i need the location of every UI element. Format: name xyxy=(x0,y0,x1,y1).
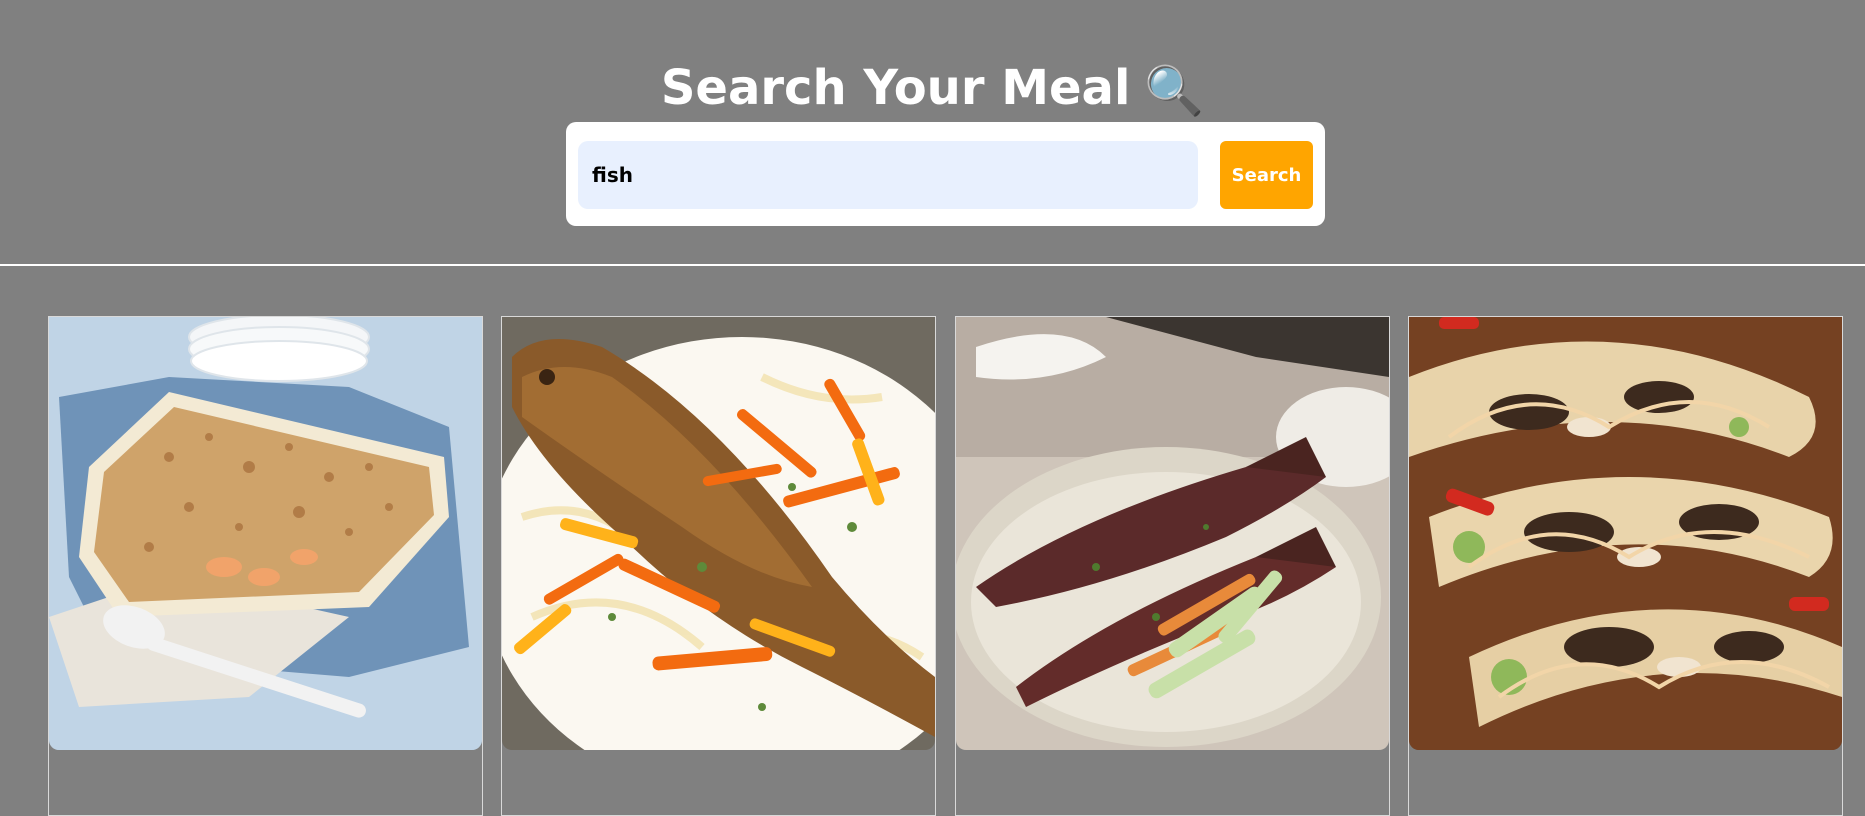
page-title: Search Your Meal 🔍 xyxy=(0,50,1865,129)
search-input[interactable] xyxy=(578,141,1198,209)
header-divider xyxy=(0,264,1865,266)
meal-image-whole-fried-fish[interactable] xyxy=(502,317,935,750)
meal-image-spiced-fish[interactable] xyxy=(956,317,1389,750)
meal-image-fish-pie[interactable] xyxy=(49,317,482,750)
page-header: Search Your Meal🔍 Search xyxy=(0,0,1865,264)
meal-card[interactable] xyxy=(501,316,936,816)
search-form: Search xyxy=(566,122,1325,226)
meal-card[interactable] xyxy=(48,316,483,816)
search-button[interactable]: Search xyxy=(1220,141,1313,209)
meal-card[interactable] xyxy=(955,316,1390,816)
magnifying-glass-icon: 🔍 xyxy=(1144,63,1205,119)
meal-results-grid xyxy=(0,316,1865,816)
meal-image-fish-tacos[interactable] xyxy=(1409,317,1842,750)
page-title-text: Search Your Meal xyxy=(660,60,1131,116)
meal-card[interactable] xyxy=(1408,316,1843,816)
